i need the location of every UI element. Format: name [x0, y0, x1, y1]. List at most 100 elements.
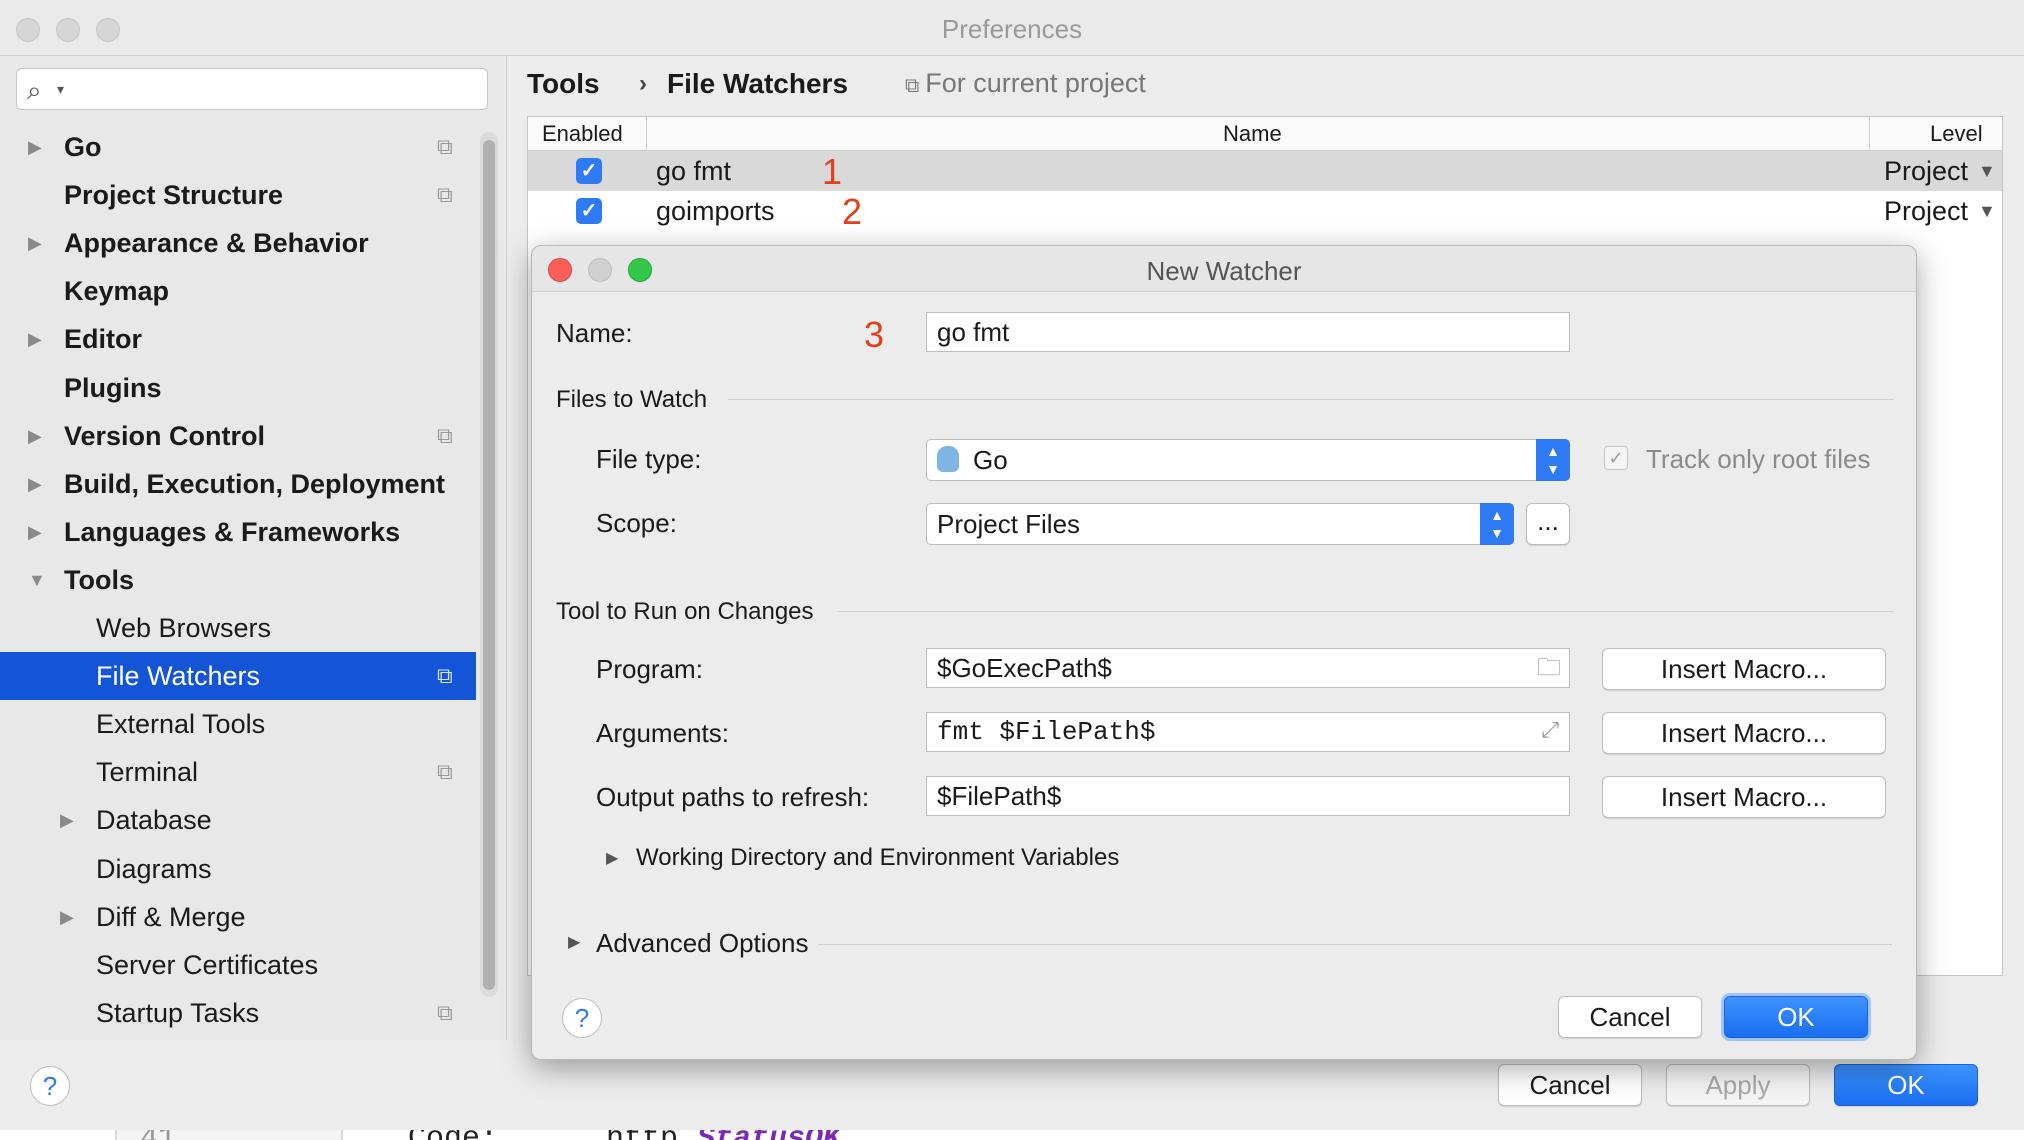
dialog-title: New Watcher	[1146, 256, 1302, 286]
sidebar-item-label: Tools	[64, 564, 134, 595]
insert-macro-program-button[interactable]: Insert Macro...	[1602, 648, 1886, 690]
collapse-arrow-icon[interactable]: ▼	[28, 556, 46, 604]
annotation-marker: 2	[842, 191, 863, 232]
expand-arrow-icon[interactable]: ▶	[28, 315, 42, 363]
sidebar-item-label: Plugins	[64, 372, 162, 403]
sidebar-item[interactable]: Server Certificates	[0, 941, 476, 989]
enabled-checkbox[interactable]: ✓	[576, 198, 602, 224]
expand-arrow-icon[interactable]: ▶	[28, 412, 42, 460]
cancel-button[interactable]: Cancel	[1498, 1064, 1642, 1106]
file-type-label: File type:	[596, 444, 702, 474]
program-input[interactable]: $GoExecPath$ 🗀	[926, 648, 1570, 688]
sidebar-item-label: Terminal	[96, 757, 199, 788]
working-directory-toggle[interactable]: Working Directory and Environment Variab…	[636, 844, 1119, 872]
sidebar-item[interactable]: External Tools	[0, 700, 476, 748]
sidebar-item-label: Startup Tasks	[96, 997, 260, 1028]
sidebar-item[interactable]: Diagrams	[0, 845, 476, 893]
sidebar-item[interactable]: Web Browsers	[0, 604, 476, 652]
expand-arrow-icon[interactable]: ▶	[28, 460, 42, 508]
sidebar-item[interactable]: ▶ Go ⧉	[0, 123, 476, 171]
project-copy-icon: ⧉	[437, 759, 453, 785]
output-paths-input[interactable]: $FilePath$	[926, 776, 1570, 816]
level-dropdown-icon[interactable]: ▼	[1978, 201, 1996, 222]
window-titlebar: Preferences	[0, 0, 2024, 56]
expand-arrow-icon[interactable]: ▶	[28, 219, 42, 267]
expand-arrow-icon[interactable]: ▶	[568, 932, 580, 952]
sidebar-item[interactable]: Keymap	[0, 267, 476, 315]
sidebar-item[interactable]: ▶ Diff & Merge	[0, 893, 476, 941]
sidebar-item[interactable]: ▶ Database	[0, 796, 476, 844]
sidebar-item[interactable]: File Watchers ⧉	[0, 652, 476, 701]
apply-button[interactable]: Apply	[1666, 1064, 1810, 1106]
sidebar-item-label: Version Control	[64, 420, 266, 451]
sidebar-item[interactable]: Plugins	[0, 364, 476, 412]
advanced-options-toggle[interactable]: Advanced Options	[596, 928, 808, 959]
name-input[interactable]: go fmt	[926, 312, 1570, 352]
new-watcher-dialog: New Watcher Name: 3 go fmt Files to Watc…	[531, 245, 1917, 1060]
sidebar-item[interactable]: Project Structure ⧉	[0, 171, 476, 219]
sidebar-item[interactable]: ▶ Editor	[0, 315, 476, 363]
files-to-watch-heading: Files to Watch	[556, 386, 708, 413]
scope-select[interactable]: Project Files ▲ ▼	[926, 503, 1514, 545]
column-enabled[interactable]: Enabled	[542, 121, 623, 147]
sidebar-item-label: Go	[64, 132, 102, 162]
expand-arrow-icon[interactable]: ▶	[28, 123, 42, 171]
column-level[interactable]: Level	[1930, 121, 1983, 147]
settings-search-input[interactable]: ⌕ ▾	[16, 68, 488, 110]
expand-arrow-icon[interactable]: ▶	[28, 508, 42, 556]
expand-arrow-icon[interactable]: ▶	[60, 893, 74, 941]
dialog-help-button[interactable]: ?	[562, 998, 602, 1038]
column-divider	[1869, 117, 1870, 151]
scope-more-button[interactable]: ...	[1526, 503, 1570, 545]
column-divider	[646, 117, 647, 151]
sidebar-item-label: External Tools	[96, 709, 266, 740]
insert-macro-arguments-button[interactable]: Insert Macro...	[1602, 712, 1886, 754]
expand-arrow-icon[interactable]: ▶	[606, 848, 618, 868]
sidebar-scrollbar[interactable]	[480, 132, 498, 997]
watcher-name: goimports	[656, 196, 775, 226]
arguments-input[interactable]: fmt $FilePath$ ⤢	[926, 712, 1570, 752]
folder-icon[interactable]: 🗀	[1537, 649, 1561, 687]
breadcrumb-separator: ›	[639, 70, 647, 97]
scope-label: Scope:	[596, 508, 677, 538]
sidebar-item[interactable]: ▶ Version Control ⧉	[0, 412, 476, 460]
file-type-select[interactable]: Go ▲ ▼	[926, 439, 1570, 481]
project-scope-note: ⧉ For current project	[905, 68, 1146, 99]
column-name[interactable]: Name	[1223, 121, 1282, 147]
breadcrumb-parent[interactable]: Tools	[527, 68, 600, 100]
tool-to-run-heading: Tool to Run on Changes	[556, 598, 814, 625]
level-dropdown-icon[interactable]: ▼	[1978, 161, 1996, 182]
name-label: Name:	[556, 318, 633, 348]
sidebar-item-label: Diff & Merge	[96, 901, 246, 932]
dialog-cancel-button[interactable]: Cancel	[1558, 996, 1702, 1038]
program-label: Program:	[596, 654, 703, 684]
sidebar-item[interactable]: ▶ Appearance & Behavior	[0, 219, 476, 267]
sidebar-item[interactable]: ▶ Build, Execution, Deployment	[0, 460, 476, 508]
sidebar-item[interactable]: Terminal ⧉	[0, 748, 476, 796]
enabled-checkbox[interactable]: ✓	[576, 158, 602, 184]
expand-arrow-icon[interactable]: ▶	[60, 796, 74, 844]
sidebar-item[interactable]: ▼ Tools	[0, 556, 476, 604]
watcher-level[interactable]: Project	[1884, 156, 1968, 187]
go-gopher-icon	[937, 446, 959, 473]
track-root-checkbox[interactable]: ✓	[1604, 446, 1628, 470]
search-options-icon[interactable]: ▾	[57, 81, 64, 98]
ok-button[interactable]: OK	[1834, 1064, 1978, 1106]
expand-icon[interactable]: ⤢	[1541, 713, 1559, 751]
table-row[interactable]: ✓ go fmt 1 Project ▼	[528, 151, 2002, 192]
help-button[interactable]: ?	[30, 1066, 70, 1106]
sidebar-item[interactable]: ▶ Languages & Frameworks	[0, 508, 476, 556]
sidebar-item-label: Database	[96, 805, 212, 836]
insert-macro-output-button[interactable]: Insert Macro...	[1602, 776, 1886, 818]
section-divider	[818, 944, 1892, 945]
table-row[interactable]: ✓ goimports 2 Project ▼	[528, 191, 2002, 232]
sidebar-item[interactable]: Startup Tasks ⧉	[0, 989, 476, 1037]
sidebar-scrollbar-thumb[interactable]	[483, 140, 495, 990]
sidebar-item-label: File Watchers	[96, 661, 261, 692]
select-stepper-icon: ▲ ▼	[1480, 503, 1514, 545]
section-divider	[728, 399, 1894, 400]
track-root-label: Track only root files	[1646, 444, 1871, 474]
settings-sidebar: ⌕ ▾ ▶ Go ⧉ Project Structure ⧉ ▶ Appearance & …	[0, 56, 504, 1040]
watcher-level[interactable]: Project	[1884, 196, 1968, 227]
dialog-ok-button[interactable]: OK	[1724, 996, 1868, 1038]
